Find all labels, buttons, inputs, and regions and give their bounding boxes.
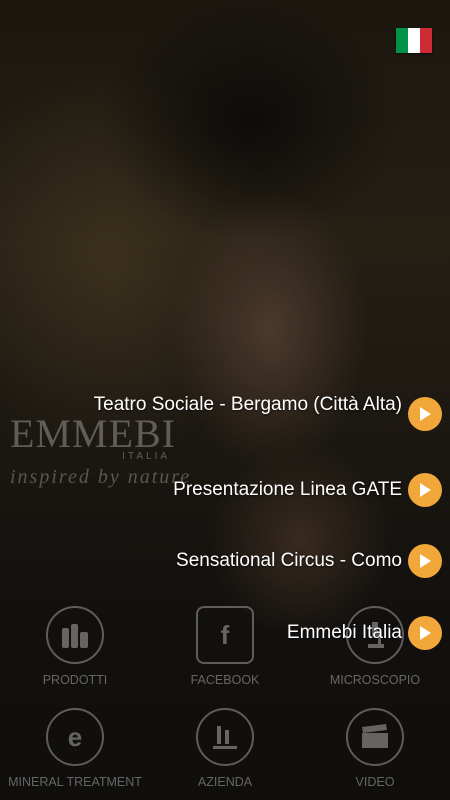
logo-name: EMMEBI bbox=[10, 411, 176, 456]
play-icon[interactable] bbox=[408, 397, 442, 431]
grid-label: AZIENDA bbox=[197, 775, 253, 789]
mineral-treatment-icon: e bbox=[46, 708, 104, 766]
video-item-presentazione-gate[interactable]: Presentazione Linea GATE bbox=[72, 472, 442, 507]
italy-flag-icon[interactable] bbox=[396, 28, 432, 53]
play-icon[interactable] bbox=[408, 543, 442, 578]
play-icon[interactable] bbox=[408, 472, 442, 507]
video-title[interactable]: Presentazione Linea GATE bbox=[173, 478, 402, 501]
grid-label: VIDEO bbox=[355, 775, 395, 789]
video-item-emmebi-italia[interactable]: Emmebi Italia bbox=[72, 615, 442, 650]
grid-item-mineral-treatment[interactable]: e MINERAL TREATMENT bbox=[0, 708, 150, 789]
grid-item-azienda[interactable]: AZIENDA bbox=[150, 708, 300, 789]
video-title[interactable]: Sensational Circus - Como bbox=[176, 549, 402, 572]
grid-label: MICROSCOPIO bbox=[329, 673, 421, 687]
grid-label: FACEBOOK bbox=[190, 673, 260, 687]
play-icon[interactable] bbox=[408, 615, 442, 650]
grid-label: MINERAL TREATMENT bbox=[8, 775, 142, 789]
grid-item-facebook[interactable]: f FACEBOOK bbox=[150, 606, 300, 687]
grid-item-video[interactable]: VIDEO bbox=[300, 708, 450, 789]
video-item-sensational-circus[interactable]: Sensational Circus - Como bbox=[72, 543, 442, 578]
video-title[interactable]: Teatro Sociale - Bergamo (Città Alta) bbox=[94, 393, 402, 416]
grid-item-prodotti[interactable]: PRODOTTI bbox=[0, 606, 150, 687]
company-icon bbox=[196, 708, 254, 766]
video-title[interactable]: Emmebi Italia bbox=[287, 621, 402, 644]
video-item-teatro-sociale[interactable]: Teatro Sociale - Bergamo (Città Alta) bbox=[72, 393, 442, 431]
grid-label: PRODOTTI bbox=[42, 673, 108, 687]
video-clapper-icon bbox=[346, 708, 404, 766]
